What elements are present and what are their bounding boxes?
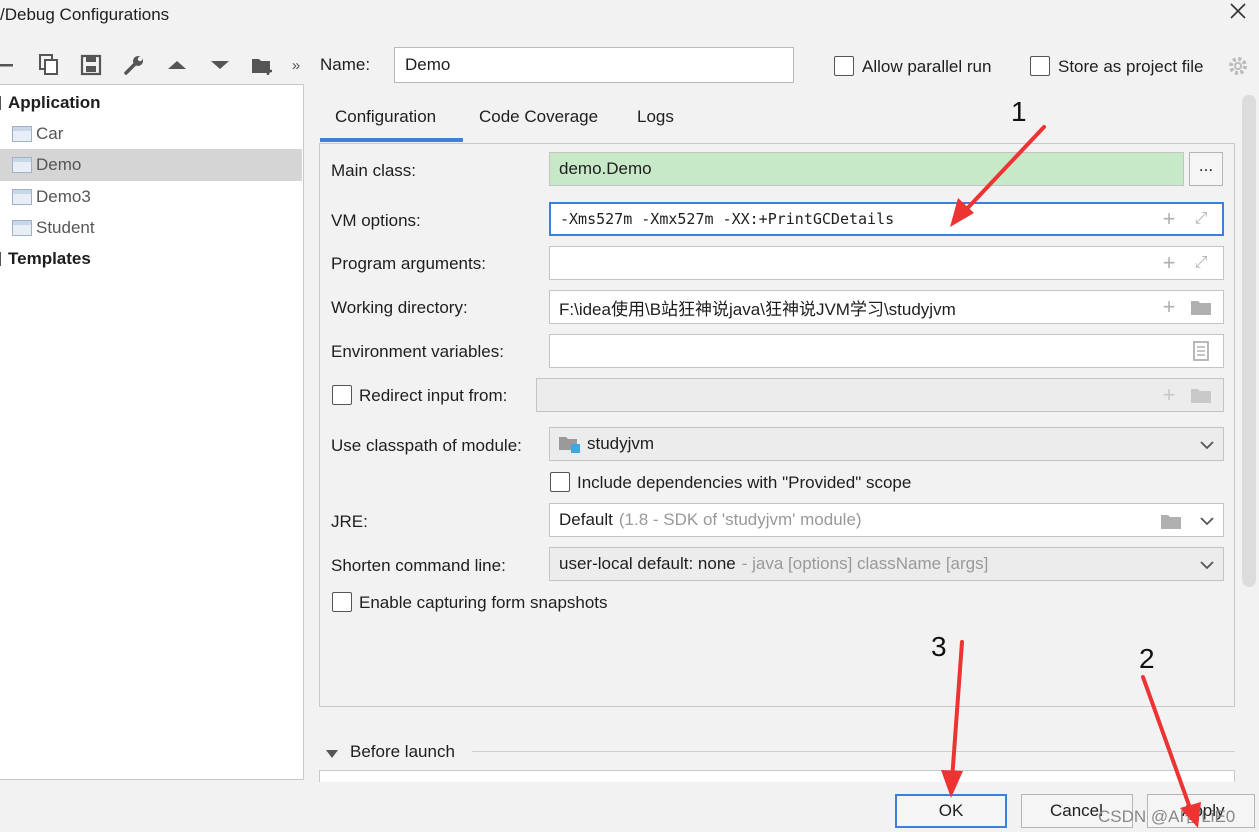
store-project-checkbox[interactable] [1030,56,1050,76]
shorten-hint: - java [options] className [args] [741,554,989,573]
snapshots-label: Enable capturing form snapshots [359,593,608,612]
store-project-label: Store as project file [1058,57,1204,76]
jre-hint: (1.8 - SDK of 'studyjvm' module) [618,510,862,529]
env-vars-label: Environment variables: [331,342,504,361]
tab-logs[interactable]: Logs [637,96,674,142]
scrollbar[interactable] [1242,95,1256,587]
application-icon [12,126,32,142]
redirect-input-checkbox[interactable] [332,385,352,405]
collapse-triangle-icon[interactable] [325,745,339,758]
application-icon [12,220,32,236]
folder-icon [1190,384,1212,406]
working-dir-label: Working directory: [331,298,468,317]
tab-configuration[interactable]: Configuration [320,96,463,142]
folder-icon[interactable] [1190,296,1212,318]
configuration-panel: Main class: demo.Demo ... VM options: -X… [319,143,1235,707]
arrow-up-icon[interactable] [164,52,190,78]
snapshots-checkbox[interactable] [332,592,352,612]
folder-icon[interactable] [1160,510,1182,532]
allow-parallel-checkbox[interactable] [834,56,854,76]
plus-icon[interactable]: + [1158,206,1180,231]
tree-group-label: Templates [8,249,91,268]
vm-options-field[interactable]: -Xms527m -Xmx527m -XX:+PrintGCDetails [549,202,1224,236]
working-dir-field[interactable]: F:\idea使用\B站狂神说java\狂神说JVM学习\studyjvm [549,290,1224,324]
name-label: Name: [320,55,371,74]
include-deps-checkbox[interactable] [550,472,570,492]
close-icon[interactable] [1223,0,1251,28]
shorten-value: user-local default: none [559,554,736,573]
plus-icon[interactable]: + [1158,250,1180,275]
tree-group-label: Application [8,93,101,112]
tree-item-label: Car [36,124,64,143]
chevron-down-icon[interactable] [1196,510,1218,532]
env-vars-field[interactable] [549,334,1224,368]
tree-item-car[interactable]: Car [0,118,302,150]
tree-group-application[interactable]: Application [0,87,302,119]
before-launch-list [319,770,1235,782]
application-icon [12,189,32,205]
classpath-label: Use classpath of module: [331,436,522,455]
redirect-input-label: Redirect input from: [359,386,508,405]
document-icon[interactable] [1190,340,1212,362]
tree-item-demo[interactable]: Demo [0,149,302,181]
window-title: /Debug Configurations [0,5,170,24]
expand-icon[interactable]: ⤢ [1190,208,1212,230]
before-launch-label: Before launch [350,742,455,761]
tree-item-label: Demo [36,155,82,174]
include-deps-label: Include dependencies with "Provided" sco… [577,473,912,492]
configuration-tree: Application Car Demo Demo3 Student Templ… [0,84,304,780]
chevron-down-icon[interactable] [1196,554,1218,576]
jre-field[interactable]: Default (1.8 - SDK of 'studyjvm' module) [549,503,1224,537]
save-icon[interactable] [78,52,104,78]
section-divider [472,751,1235,752]
program-args-field[interactable] [549,246,1224,280]
annotation-number-3: 3 [931,631,947,662]
tree-item-student[interactable]: Student [0,212,302,244]
name-input[interactable]: Demo [394,47,794,83]
jre-label: JRE: [331,512,368,531]
tree-group-templates[interactable]: Templates [0,243,302,275]
folder-add-icon[interactable] [250,52,276,78]
allow-parallel-label: Allow parallel run [862,57,992,76]
tree-item-label: Student [36,218,95,237]
tree-item-demo3[interactable]: Demo3 [0,181,302,213]
more-icon[interactable]: » [283,52,309,78]
main-class-label: Main class: [331,161,417,180]
shorten-label: Shorten command line: [331,556,506,575]
wrench-icon[interactable] [121,52,147,78]
module-icon [559,435,581,453]
tree-item-label: Demo3 [36,187,91,206]
application-icon [12,157,32,173]
chevron-down-icon[interactable] [1196,434,1218,456]
minus-icon[interactable] [0,52,22,78]
program-args-label: Program arguments: [331,254,486,273]
copy-icon[interactable] [36,52,62,78]
gear-icon[interactable] [1227,55,1249,77]
classpath-select[interactable]: studyjvm [549,427,1224,461]
annotation-number-2: 2 [1139,643,1155,674]
annotation-number-1: 1 [1011,96,1027,127]
redirect-input-field [536,378,1224,412]
plus-icon[interactable]: + [1158,294,1180,319]
ok-button[interactable]: OK [895,794,1007,828]
chevron-right-icon[interactable] [0,252,6,266]
jre-value: Default [559,510,613,529]
classpath-value: studyjvm [587,434,655,453]
expand-icon[interactable]: ⤢ [1190,252,1212,274]
arrow-down-icon[interactable] [207,52,233,78]
plus-icon: + [1162,382,1176,407]
vm-options-label: VM options: [331,211,421,230]
watermark-text: CSDN @AI智LiE0 [1098,807,1236,826]
shorten-select[interactable]: user-local default: none - java [options… [549,547,1224,581]
tab-code-coverage[interactable]: Code Coverage [479,96,598,142]
chevron-down-icon[interactable] [0,96,6,110]
browse-button[interactable]: ... [1189,152,1223,186]
main-class-field[interactable]: demo.Demo [549,152,1184,186]
